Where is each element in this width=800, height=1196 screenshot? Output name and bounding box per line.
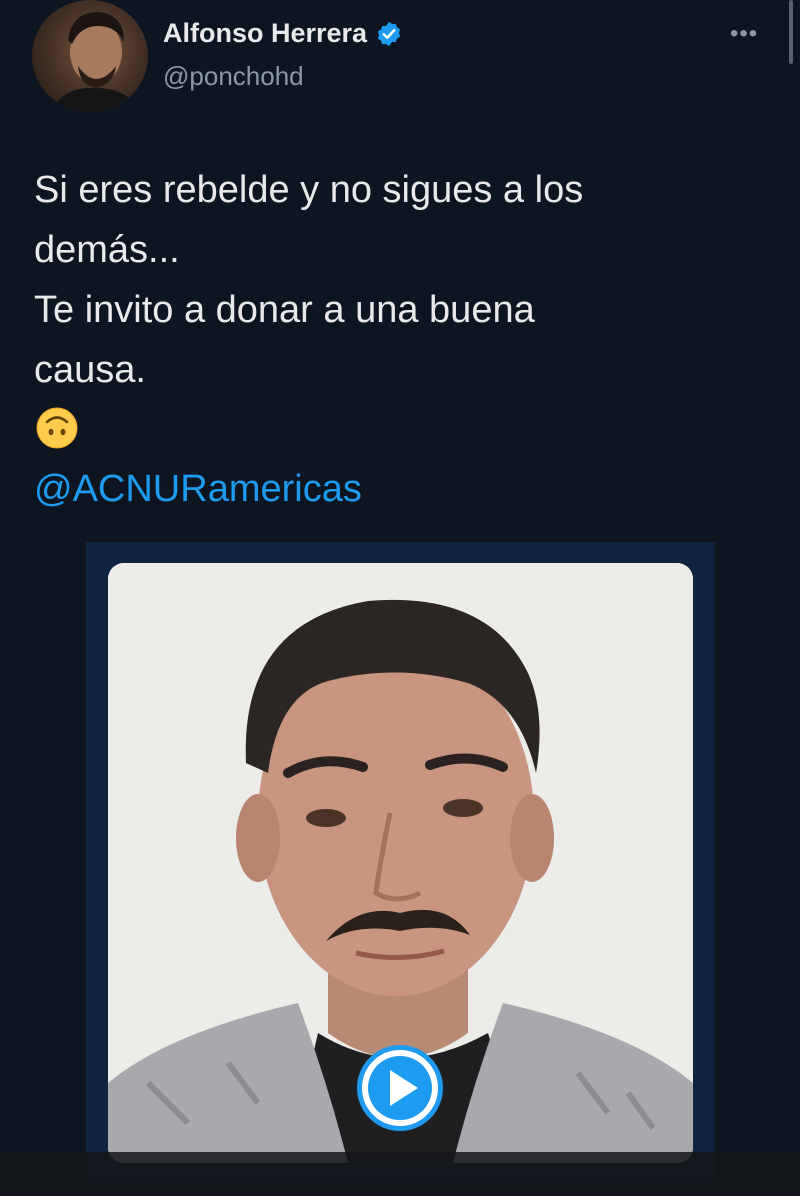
author-handle[interactable]: @ponchohd <box>163 61 304 92</box>
verified-badge-icon <box>377 21 401 46</box>
play-button[interactable] <box>357 1045 443 1131</box>
avatar-photo <box>52 12 140 112</box>
tweet-line: causa. <box>34 349 146 391</box>
tweet-text: Si eres rebelde y no sigues a los demás.… <box>34 160 754 400</box>
tweet-screen: Alfonso Herrera @ponchohd ••• Si eres re… <box>0 0 800 1196</box>
author-avatar[interactable] <box>32 0 148 112</box>
more-dots-icon[interactable]: ••• <box>730 22 758 46</box>
upside-down-face-emoji-icon <box>36 407 78 449</box>
author-display-name[interactable]: Alfonso Herrera <box>163 18 403 49</box>
mention-link[interactable]: @ACNURamericas <box>34 464 362 514</box>
scrollbar[interactable] <box>789 0 793 64</box>
display-name-text: Alfonso Herrera <box>163 18 368 48</box>
play-icon <box>390 1070 418 1106</box>
bottom-bar <box>0 1152 800 1196</box>
tweet-line: Si eres rebelde y no sigues a los <box>34 169 584 211</box>
tweet-line: demás... <box>34 229 180 271</box>
tweet-line: Te invito a donar a una buena <box>34 289 535 331</box>
